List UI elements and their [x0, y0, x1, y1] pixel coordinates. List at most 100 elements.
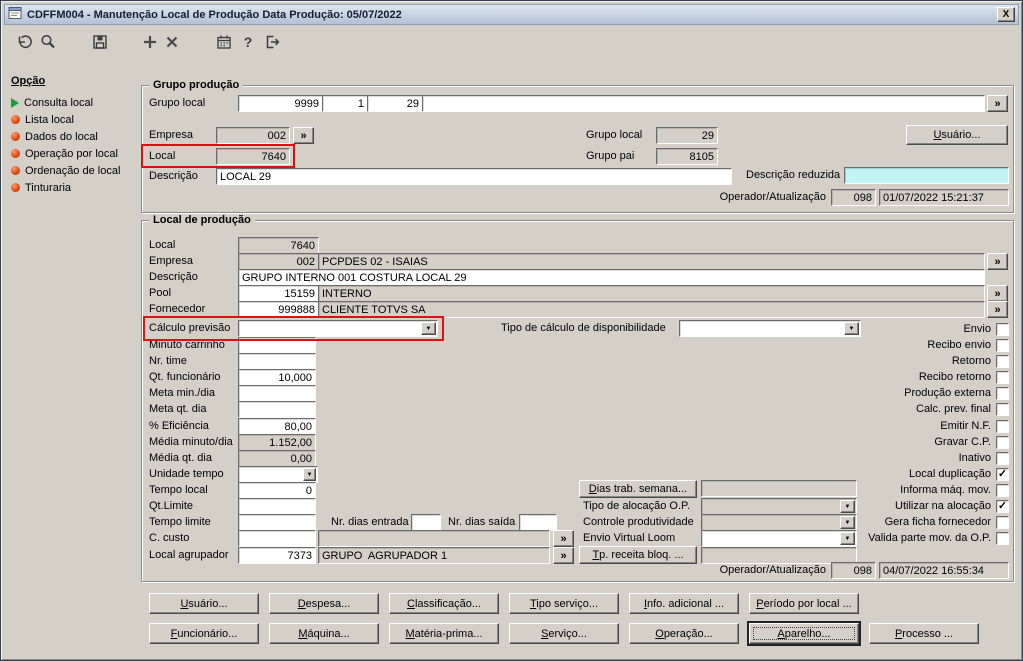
meta-min-dia-field[interactable]	[238, 385, 316, 402]
c-custo-field[interactable]	[238, 530, 316, 547]
fornecedor-desc-field: CLIENTE TOTVS SA	[318, 301, 985, 318]
cb-label-producao-externa: Produção externa	[904, 387, 991, 399]
exit-icon[interactable]	[261, 31, 283, 53]
sidebar-item-dados-do-local[interactable]: Dados do local	[11, 130, 98, 143]
tempo-local-field[interactable]: 0	[238, 482, 316, 499]
media-minuto-dia-label: Média minuto/dia	[149, 436, 233, 448]
local-agrupador-lookup-button[interactable]: »	[553, 547, 574, 564]
checkbox-gravar-cp[interactable]	[996, 436, 1009, 449]
tipo-servico-button[interactable]: Tipo serviço...	[509, 593, 619, 614]
descricao-reduzida-field[interactable]	[844, 167, 1009, 184]
checkbox-retorno[interactable]	[996, 355, 1009, 368]
aparelho-button[interactable]: Aparelho...	[749, 623, 859, 644]
c-custo-label: C. custo	[149, 532, 190, 544]
tipo-calculo-select[interactable]: Calendário (Empresa) ▼	[679, 320, 861, 337]
checkbox-gera-ficha-fornecedor[interactable]	[996, 516, 1009, 529]
fornecedor-lookup-button[interactable]: »	[987, 301, 1008, 318]
envio-virtual-loom-select[interactable]: Não envia ▼	[701, 530, 857, 547]
checkbox-inativo[interactable]	[996, 452, 1009, 465]
c-custo-lookup-button[interactable]: »	[553, 530, 574, 547]
tp-receita-bloq-button[interactable]: Tp. receita bloq. ...	[579, 546, 697, 564]
grupo-local-field-1[interactable]: 9999	[238, 95, 323, 112]
controle-produtividade-select[interactable]: ▼	[701, 514, 857, 531]
info-adicional-button[interactable]: Info. adicional ...	[629, 593, 739, 614]
lp-empresa-lookup-button[interactable]: »	[987, 253, 1008, 270]
funcionario-button[interactable]: Funcionário...	[149, 623, 259, 644]
tipo-alocacao-select[interactable]: ▼	[701, 498, 857, 515]
operador-codigo-field: 098	[831, 189, 876, 206]
lp-empresa-desc-field: PCPDES 02 - ISAIAS	[318, 253, 985, 270]
grupo-pai-label: Grupo pai	[586, 150, 635, 162]
sidebar-item-operacao-por-local[interactable]: Operação por local	[11, 147, 118, 160]
maquina-button[interactable]: Máquina...	[269, 623, 379, 644]
close-icon[interactable]: X	[997, 7, 1015, 22]
sidebar-item-lista-local[interactable]: Lista local	[11, 113, 74, 126]
nr-dias-entrada-field[interactable]	[411, 514, 441, 531]
grupo-local-field-2[interactable]: 1	[322, 95, 368, 112]
sidebar-item-tinturaria[interactable]: Tinturaria	[11, 181, 71, 194]
checkbox-utilizar-na-alocacao[interactable]: ✓	[996, 500, 1009, 513]
nr-dias-saida-field[interactable]	[519, 514, 557, 531]
nr-dias-saida-label: Nr. dias saída	[448, 516, 516, 528]
nr-time-field[interactable]	[238, 353, 316, 370]
despesa-button[interactable]: Despesa...	[269, 593, 379, 614]
qt-funcionario-field[interactable]: 10,000	[238, 369, 316, 386]
chevron-down-icon[interactable]: ▼	[840, 516, 855, 529]
grupo-local-lookup-button[interactable]: »	[987, 95, 1008, 112]
sidebar-item-consulta-local[interactable]: Consulta local	[11, 96, 93, 109]
grupo-local-field-3[interactable]: 29	[367, 95, 423, 112]
cb-label-recibo-envio: Recibo envio	[927, 339, 991, 351]
search-icon[interactable]	[37, 31, 59, 53]
checkbox-calc-prev-final[interactable]	[996, 403, 1009, 416]
checkbox-recibo-envio[interactable]	[996, 339, 1009, 352]
cb-label-envio: Envio	[963, 323, 991, 335]
meta-qt-dia-field[interactable]	[238, 401, 316, 418]
periodo-por-local-button[interactable]: Período por local ...	[749, 593, 859, 614]
usuario-button-top[interactable]: Usuário...	[906, 125, 1008, 145]
checkbox-local-duplicacao[interactable]: ✓	[996, 468, 1009, 481]
local-agrupador-field[interactable]: 7373	[238, 547, 316, 564]
cb-label-retorno: Retorno	[951, 355, 991, 367]
classificacao-button[interactable]: Classificação...	[389, 593, 499, 614]
checkbox-informa-maq-mov[interactable]	[996, 484, 1009, 497]
materia-prima-button[interactable]: Matéria-prima...	[389, 623, 499, 644]
chevron-down-icon[interactable]: ▼	[840, 532, 855, 545]
checkbox-emitir-nf[interactable]	[996, 420, 1009, 433]
minuto-carrinho-label: Minuto carrinho	[149, 339, 225, 351]
unidade-tempo-select[interactable]: Não utiliza ▼	[238, 466, 318, 483]
calendar-icon[interactable]	[213, 31, 235, 53]
calculo-previsao-select[interactable]: Sequência Operacional ▼	[238, 320, 438, 337]
undo-icon[interactable]	[13, 31, 35, 53]
chevron-down-icon[interactable]: ▼	[303, 468, 316, 481]
sidebar-item-ordenacao-de-local[interactable]: Ordenação de local	[11, 164, 120, 177]
processo-button[interactable]: Processo ...	[869, 623, 979, 644]
pool-lookup-button[interactable]: »	[987, 285, 1008, 302]
nr-dias-entrada-label: Nr. dias entrada	[331, 516, 409, 528]
save-icon[interactable]	[89, 31, 111, 53]
dias-trab-semana-button[interactable]: Dias trab. semana...	[579, 480, 697, 498]
servico-button[interactable]: Serviço...	[509, 623, 619, 644]
add-icon[interactable]	[139, 31, 161, 53]
checkbox-valida-parte-mov[interactable]	[996, 532, 1009, 545]
delete-icon[interactable]	[161, 31, 183, 53]
usuario-button[interactable]: Usuário...	[149, 593, 259, 614]
empresa-lookup-button[interactable]: »	[293, 127, 314, 144]
qt-limite-field[interactable]	[238, 498, 316, 515]
eficiencia-field[interactable]: 80,00	[238, 418, 316, 435]
descricao-field[interactable]: LOCAL 29	[216, 168, 732, 185]
tempo-limite-field[interactable]	[238, 514, 316, 531]
groupbox-legend: Grupo produção	[149, 79, 244, 91]
checkbox-producao-externa[interactable]	[996, 387, 1009, 400]
chevron-down-icon[interactable]: ▼	[840, 500, 855, 513]
checkbox-envio[interactable]	[996, 323, 1009, 336]
grupo-local-desc-field[interactable]	[422, 95, 985, 112]
operacao-button[interactable]: Operação...	[629, 623, 739, 644]
minuto-carrinho-field[interactable]	[238, 337, 316, 354]
chevron-down-icon[interactable]: ▼	[421, 322, 436, 335]
fornecedor-field[interactable]: 999888	[238, 301, 319, 318]
help-icon[interactable]: ?	[237, 31, 259, 53]
pool-field[interactable]: 15159	[238, 285, 319, 302]
checkbox-recibo-retorno[interactable]	[996, 371, 1009, 384]
groupbox-legend: Local de produção	[149, 214, 255, 226]
lp-descricao-field[interactable]: GRUPO INTERNO 001 COSTURA LOCAL 29	[238, 269, 985, 286]
